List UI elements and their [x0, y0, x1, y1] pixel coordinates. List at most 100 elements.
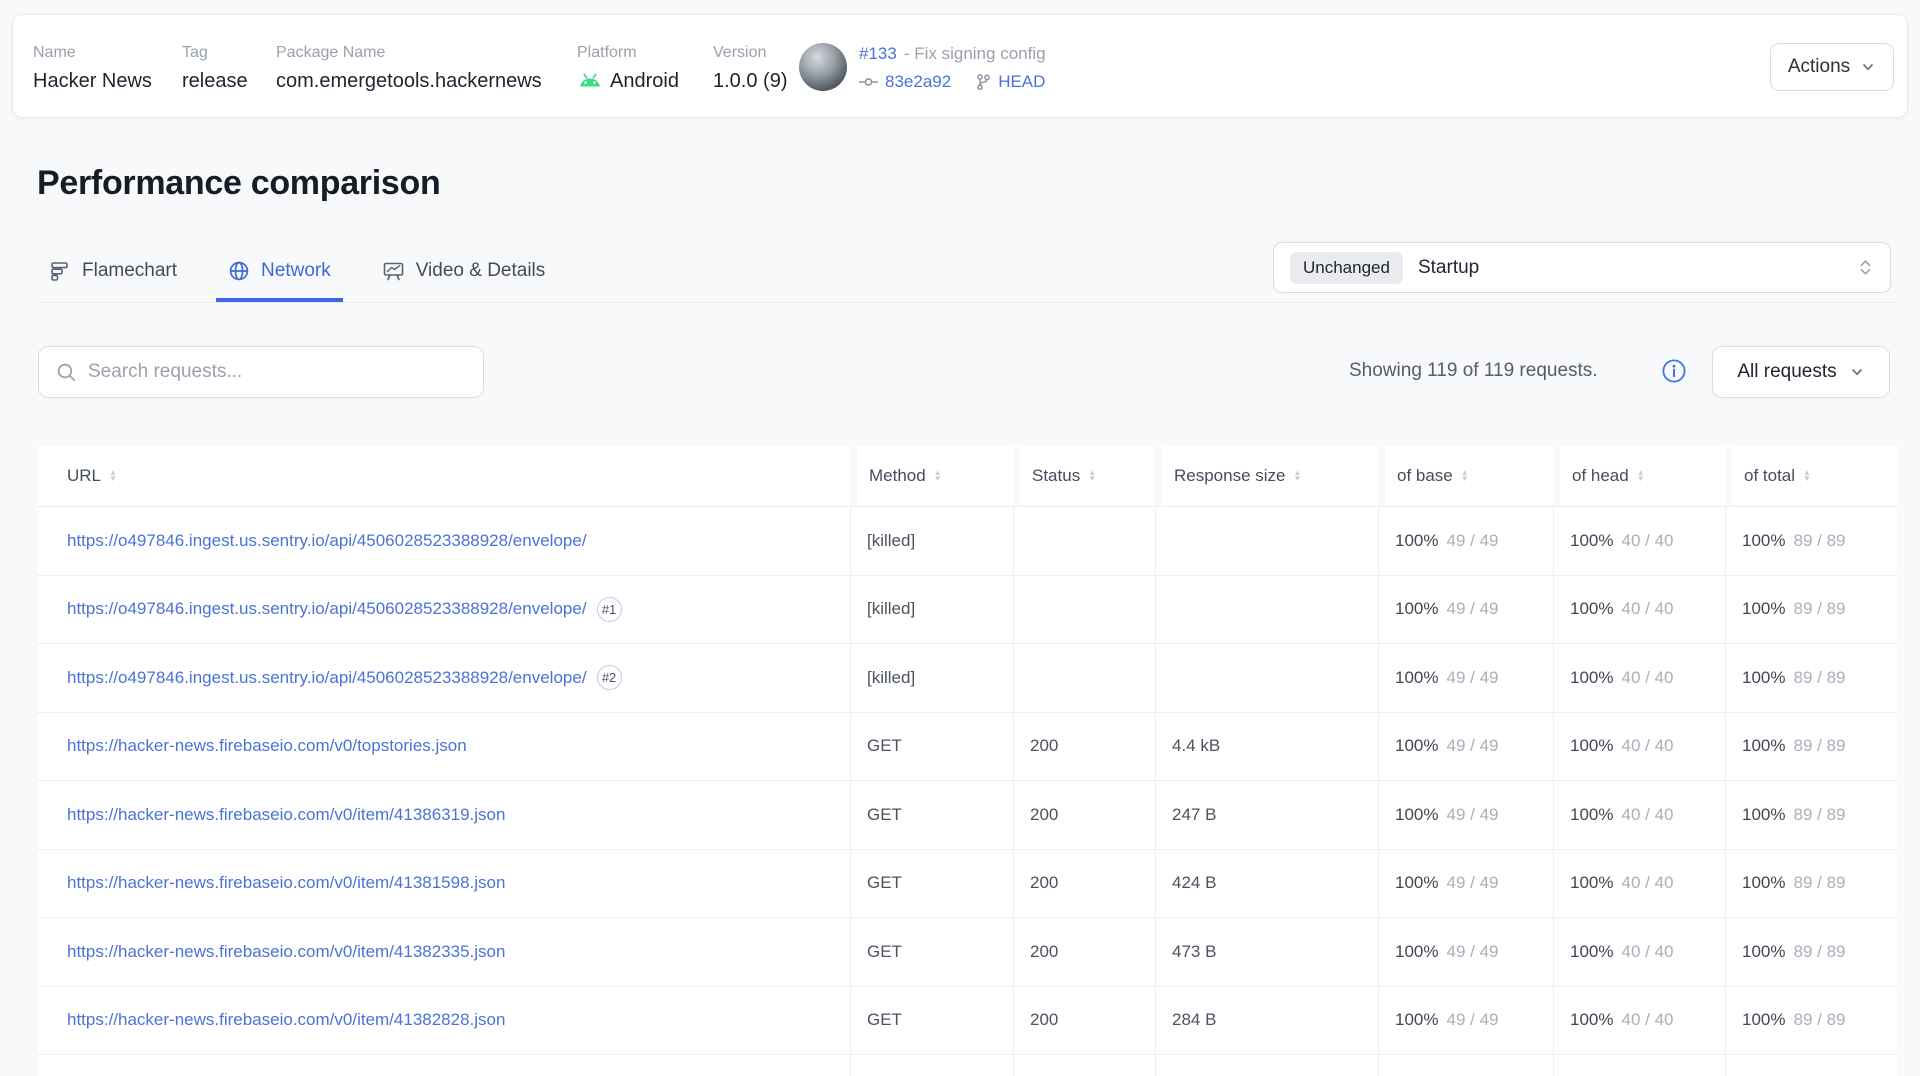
comparison-select[interactable]: Unchanged Startup [1273, 242, 1891, 293]
table-row-partial [37, 1055, 1897, 1076]
sort-icon[interactable]: ▲▼ [1461, 470, 1469, 483]
page-title: Performance comparison [37, 164, 440, 203]
tag-field: Tag release [182, 43, 248, 93]
sort-icon[interactable]: ▲▼ [934, 470, 942, 483]
head-ref-link[interactable]: HEAD [976, 71, 1045, 92]
of-total-cell: 100%89 / 89 [1725, 713, 1897, 781]
search-input[interactable] [88, 361, 469, 383]
method-cell: GET [850, 987, 1013, 1055]
table-row: https://hacker-news.firebaseio.com/v0/it… [37, 781, 1897, 850]
android-icon [577, 71, 603, 91]
url-link[interactable]: https://o497846.ingest.us.sentry.io/api/… [67, 531, 587, 551]
request-index-badge: #1 [597, 597, 622, 622]
flamechart-icon [49, 260, 71, 282]
method-cell: [killed] [850, 576, 1013, 644]
field-label: Tag [182, 43, 248, 63]
commit-line: 83e2a92 HEAD [859, 71, 1063, 92]
fraction-value: 49 / 49 [1446, 805, 1498, 825]
of-total-cell: 100% 89 / 89 [1725, 850, 1897, 918]
column-header-status[interactable]: Status ▲▼ [1013, 446, 1155, 506]
pr-title: - Fix signing config [904, 43, 1046, 64]
percent-value: 100% [1570, 668, 1613, 688]
url-link[interactable]: https://hacker-news.firebaseio.com/v0/it… [67, 805, 505, 825]
column-label: of total [1744, 466, 1795, 486]
percent-value: 100% [1742, 873, 1785, 893]
of-base-cell: 100% 49 / 49 [1378, 781, 1553, 849]
url-link[interactable]: https://hacker-news.firebaseio.com/v0/it… [67, 942, 505, 962]
chevron-down-icon [1849, 364, 1865, 380]
request-count-text: Showing 119 of 119 requests. [1349, 360, 1598, 382]
sort-icon[interactable]: ▲▼ [1637, 470, 1645, 483]
status-cell [1013, 507, 1155, 575]
url-link[interactable]: https://hacker-news.firebaseio.com/v0/it… [67, 1010, 505, 1030]
fraction-value: 40 / 40 [1621, 736, 1673, 756]
network-requests-table: URL▲▼Method▲▼Status▲▼Response size▲▼of b… [37, 446, 1897, 1076]
sort-icon[interactable]: ▲▼ [109, 470, 117, 483]
field-label: Name [33, 43, 152, 63]
status-cell: 200 [1013, 781, 1155, 849]
of-base-cell: 100%49 / 49 [1378, 576, 1553, 644]
percent-value: 100% [1570, 736, 1613, 756]
app-name-value: Hacker News [33, 69, 152, 93]
table-row: https://o497846.ingest.us.sentry.io/api/… [37, 644, 1897, 713]
status-cell: 200 [1013, 850, 1155, 918]
method-cell: GET [850, 918, 1013, 986]
url-link[interactable]: https://hacker-news.firebaseio.com/v0/to… [67, 736, 467, 756]
of-head-cell: 100%40 / 40 [1553, 987, 1725, 1055]
status-cell: 200 [1013, 918, 1155, 986]
url-link[interactable]: https://o497846.ingest.us.sentry.io/api/… [67, 668, 587, 688]
pr-number-link[interactable]: #133 [859, 43, 897, 64]
column-header-response-size[interactable]: Response size▲▼ [1155, 446, 1378, 506]
fraction-value: 49 / 49 [1446, 1010, 1498, 1030]
fraction-value: 89 / 89 [1793, 736, 1845, 756]
actions-button[interactable]: Actions [1770, 43, 1894, 91]
response-size-cell: 4.4 kB [1155, 713, 1378, 781]
response-size-cell: 284 B [1155, 987, 1378, 1055]
percent-value: 100% [1570, 942, 1613, 962]
video-details-icon [382, 260, 405, 282]
tab-network[interactable]: Network [216, 244, 343, 302]
of-head-cell: 100%40 / 40 [1553, 507, 1725, 575]
url-link[interactable]: https://o497846.ingest.us.sentry.io/api/… [67, 599, 587, 619]
percent-value: 100% [1395, 531, 1438, 551]
search-box [38, 346, 484, 398]
response-size-cell: 247 B [1155, 781, 1378, 849]
sort-icon[interactable]: ▲▼ [1803, 470, 1811, 483]
tab-video-details[interactable]: Video & Details [370, 244, 558, 302]
sort-icon[interactable]: ▲▼ [1088, 470, 1096, 483]
column-label: Status [1032, 466, 1080, 486]
info-icon[interactable] [1661, 358, 1687, 384]
column-header-of-total[interactable]: of total ▲▼ [1725, 446, 1897, 506]
package-name-field: Package Name com.emergetools.hackernews [276, 43, 542, 93]
table-header-row: URL▲▼Method▲▼Status▲▼Response size▲▼of b… [37, 446, 1897, 506]
platform-label: Android [610, 69, 679, 93]
package-name-value: com.emergetools.hackernews [276, 69, 542, 93]
column-header-of-head[interactable]: of head▲▼ [1553, 446, 1725, 506]
request-index-badge: #2 [597, 665, 622, 690]
chevron-down-icon [1860, 59, 1876, 75]
status-cell [1013, 576, 1155, 644]
app-info-card: Name Hacker News Tag release Package Nam… [12, 14, 1908, 118]
percent-value: 100% [1395, 805, 1438, 825]
percent-value: 100% [1570, 531, 1613, 551]
column-label: URL [67, 466, 101, 486]
column-header-url[interactable]: URL ▲▼ [37, 446, 850, 506]
column-header-of-base[interactable]: of base▲▼ [1378, 446, 1553, 506]
percent-value: 100% [1395, 736, 1438, 756]
percent-value: 100% [1742, 1010, 1785, 1030]
chevron-up-down-icon [1857, 258, 1874, 277]
fraction-value: 89 / 89 [1793, 873, 1845, 893]
actions-label: Actions [1788, 56, 1850, 78]
sort-icon[interactable]: ▲▼ [1294, 470, 1302, 483]
version-value: 1.0.0 (9) [713, 69, 787, 93]
column-header-method[interactable]: Method▲▼ [850, 446, 1013, 506]
of-total-cell: 100%89 / 89 [1725, 781, 1897, 849]
commit-link[interactable]: 83e2a92 [859, 71, 951, 92]
fraction-value: 40 / 40 [1621, 668, 1673, 688]
status-cell [1013, 644, 1155, 712]
tab-label: Video & Details [416, 260, 546, 282]
url-link[interactable]: https://hacker-news.firebaseio.com/v0/it… [67, 873, 505, 893]
tab-flamechart[interactable]: Flamechart [37, 244, 189, 302]
field-label: Package Name [276, 43, 542, 63]
request-filter-dropdown[interactable]: All requests [1712, 346, 1890, 398]
